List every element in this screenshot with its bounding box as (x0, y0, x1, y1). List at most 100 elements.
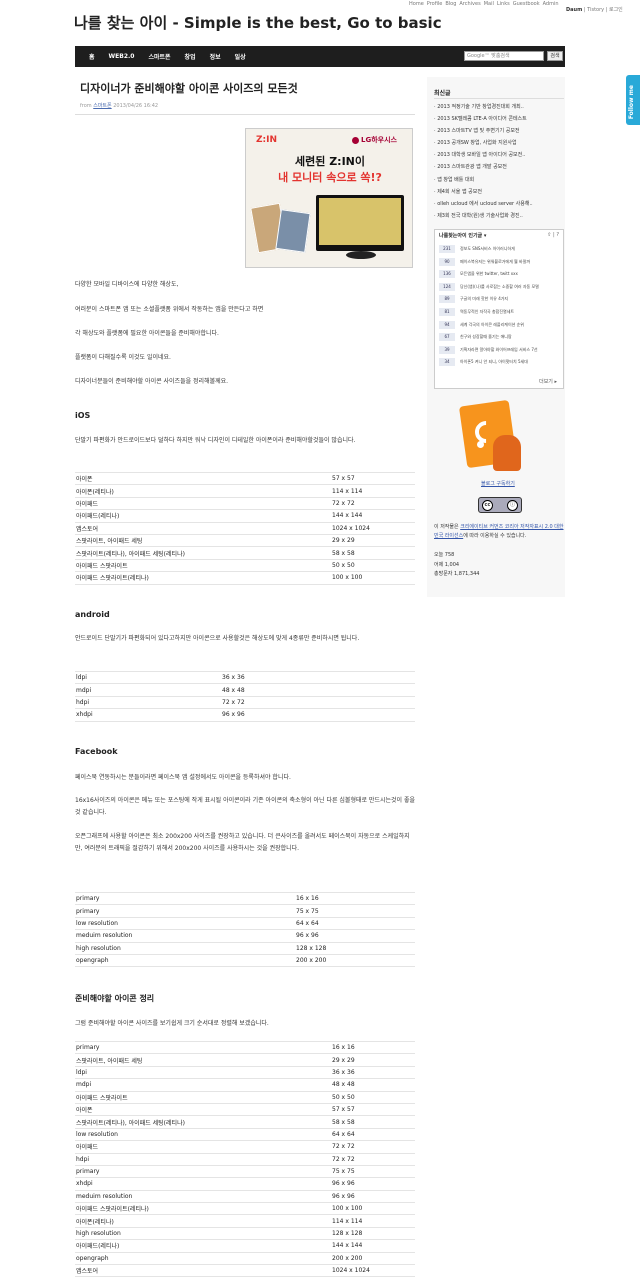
nav-item-smartphone[interactable]: 스마트폰 (148, 52, 170, 61)
post-title[interactable]: 디자이너가 준비해야할 아이콘 사이즈의 모든것 (80, 80, 298, 96)
recent-post-link[interactable]: 앱 창업 배틀 대회 (434, 176, 533, 188)
popular-post-item[interactable]: 67 친구와 성장할때 즐기는 애니팡 (439, 333, 561, 344)
table-cell-size: 114 x 114 (331, 1214, 415, 1228)
follow-me-tab[interactable]: Follow me (626, 75, 640, 125)
recent-post-link[interactable]: 2013 스마트관광 앱 개발 공모전 (434, 163, 533, 175)
top-link-home[interactable]: Home (409, 1, 424, 7)
table-cell-size: 100 x 100 (331, 1202, 415, 1215)
creative-commons-badge-icon[interactable]: cc ⓘ (478, 497, 522, 513)
popular-post-item[interactable]: 231 정보도 SNS서비스 아이러니하게 (439, 245, 561, 256)
table-cell-size: 1024 x 1024 (331, 1264, 415, 1278)
popular-post-item[interactable]: 81 역동무적인 자작곡 총합진열세트 (439, 308, 561, 319)
recent-post-link[interactable]: olleh ucloud 에서 ucloud server 사용해.. (434, 200, 532, 212)
recent-post-link[interactable]: 제4회 서울 앱 공모전 (434, 188, 533, 200)
top-link-archives[interactable]: Archives (459, 1, 480, 7)
nav-item-startup[interactable]: 창업 (185, 52, 196, 61)
table-cell-label: high resolution (75, 1226, 331, 1240)
top-link-guestbook[interactable]: Guestbook (513, 1, 540, 7)
recent-posts-heading: 최신글 (434, 90, 451, 97)
recent-post-link[interactable]: 2013 스마트TV 앱 및 주변기기 공모전 (434, 127, 533, 139)
table-row: 스팟라이트, 아이패드 세팅 29 x 29 (75, 1053, 415, 1067)
table-cell-size: 72 x 72 (331, 1140, 415, 1154)
cc-icon: cc (482, 500, 493, 511)
table-cell-label: hdpi (75, 695, 221, 709)
rss-subscribe-link[interactable]: 블로그 구독하기 (481, 480, 515, 487)
facebook-paragraph-1: 페이스북 연동하시는 분들이라면 페이스북 앱 설정에서도 아이콘을 등록하셔야… (75, 774, 291, 781)
daum-logo[interactable]: Daum (566, 7, 582, 13)
table-row: low resolution 64 x 64 (75, 916, 415, 930)
advertisement-banner[interactable]: Z:IN LG하우시스 세련된 Z:IN이 내 모니터 속으로 쏙!? (245, 128, 413, 268)
table-cell-label: ldpi (75, 670, 221, 684)
popular-post-count: 89 (439, 295, 455, 304)
nav-item-daily[interactable]: 일상 (235, 52, 246, 61)
table-cell-size: 29 x 29 (331, 1053, 415, 1067)
popular-post-count: 81 (439, 308, 455, 316)
nav-item-home[interactable]: 홈 (89, 52, 95, 61)
tistory-link[interactable]: Tistory (587, 7, 604, 13)
table-row: 아이패드 스팟라이트 50 x 50 (75, 1090, 415, 1104)
popular-posts-heading[interactable]: 나를찾는아이 인기글 ▾ (439, 232, 486, 239)
table-cell-label: primary (75, 891, 295, 905)
ad-sample-card-2 (275, 209, 311, 253)
table-cell-size: 72 x 72 (331, 1152, 415, 1166)
rss-subscribe-icon[interactable] (457, 395, 527, 475)
popular-post-item[interactable]: 89 구글의 미래 핫한 이유 4가지 (439, 295, 561, 306)
table-row: mdpi 48 x 48 (75, 683, 415, 697)
popular-post-item[interactable]: 39 기획자라면 알아야할 와이어프레임 서비스 7선 (439, 345, 561, 357)
table-cell-label: meduim resolution (75, 929, 295, 943)
blog-title[interactable]: 나를 찾는 아이 - Simple is the best, Go to bas… (74, 12, 442, 33)
table-row: xhdpi 96 x 96 (75, 708, 415, 722)
table-row: hdpi 72 x 72 (75, 695, 415, 709)
popular-post-item[interactable]: 94 세계 각국의 아이콘 레플리케이션 순위 (439, 320, 561, 332)
lg-logo-icon (352, 136, 359, 144)
popular-posts-controls-icon[interactable]: ⇧ | ? (547, 232, 559, 238)
popular-post-title: 역동무적인 자작곡 총합진열세트 (460, 309, 515, 314)
stats-total: 총방문자 1,871,344 (434, 571, 480, 577)
recent-post-link[interactable]: 2013 공개SW 창업, 사업화 지원사업 (434, 139, 533, 151)
stats-yesterday: 어제 1,004 (434, 561, 460, 568)
table-cell-label: 아이폰(레티나) (75, 1214, 331, 1228)
popular-post-title: 구글의 미래 핫한 이유 4가지 (460, 296, 509, 302)
post-category-link[interactable]: 스마트폰 (93, 103, 111, 109)
search-button[interactable]: 검색 (547, 51, 563, 61)
popular-post-item[interactable]: 124 당신(앱)(나)를 사로잡는 소중할 여러 자동 모델 (439, 282, 561, 294)
table-cell-size: 58 x 58 (331, 1115, 415, 1129)
popular-post-title: 기획자라면 알아야할 와이어프레임 서비스 7선 (460, 346, 538, 352)
table-row: opengraph 200 x 200 (75, 953, 415, 968)
facebook-size-table: primary 16 x 16 primary 75 x 75 low resoluti… (75, 891, 415, 968)
popular-post-title: 페이스북유저는 위워블로거에게 뭘 바랄까 (460, 258, 531, 264)
table-cell-size: 48 x 48 (221, 683, 415, 697)
recent-post-link[interactable]: 2013 대학생 모바일 앱 아이디어 공모전.. (434, 151, 533, 163)
license-notice: 이 저작물은 크리에이티브 커먼즈 코리아 저작자표시 2.0 대한민국 라이선… (434, 524, 564, 539)
table-cell-label: high resolution (75, 941, 295, 955)
table-row: xhdpi 96 x 96 (75, 1177, 415, 1191)
recent-post-link[interactable]: 2013 SK텔레콤 LTE-A 아이디어 콘테스트 (434, 115, 533, 127)
recent-post-link[interactable]: 2013 적정기술 기반 창업경진대회 개최.. (434, 103, 533, 115)
table-cell-label: 앱스토어 (75, 1264, 331, 1278)
top-link-profile[interactable]: Profile (427, 1, 443, 7)
top-links: Home Profile Blog Archives Mail Links Guestboo… (409, 1, 562, 7)
popular-post-item[interactable]: 34 아이폰5 켜니 안 되니, 아이팟터치 5세대 (439, 358, 561, 369)
popular-more-link[interactable]: 더보기 ▸ (539, 378, 557, 385)
top-link-blog[interactable]: Blog (445, 1, 456, 7)
table-row: 아이폰(레티나) 114 x 114 (75, 484, 415, 498)
popular-post-title: 세계 각국의 아이콘 레플리케이션 순위 (460, 321, 524, 327)
top-link-links[interactable]: Links (497, 1, 510, 7)
table-cell-label: xhdpi (75, 708, 221, 722)
table-row: 아이패드 스팟라이트(레티나) 100 x 100 (75, 571, 415, 585)
recent-post-link[interactable]: 제3회 전국 대학(원)생 기술사업화 경진.. (434, 212, 533, 224)
table-row: 아이폰(레티나) 114 x 114 (75, 1214, 415, 1228)
nav-item-web20[interactable]: WEB2.0 (109, 53, 135, 60)
top-link-admin[interactable]: Admin (543, 1, 559, 7)
top-link-mail[interactable]: Mail (484, 1, 494, 7)
table-cell-size: 144 x 144 (331, 509, 415, 523)
nav-item-info[interactable]: 정보 (210, 52, 221, 61)
popular-post-item[interactable]: 136 모든앱을 위한 twitter, twitt xxx (439, 270, 561, 281)
table-cell-label: low resolution (75, 1127, 331, 1141)
table-row: ldpi 36 x 36 (75, 670, 415, 684)
login-link[interactable]: 로그인 (609, 7, 623, 13)
search-input[interactable]: Google™ 맞춤검색 (464, 51, 544, 61)
popular-post-item[interactable]: 90 페이스북유저는 위워블로거에게 뭘 바랄까 (439, 257, 561, 269)
facebook-paragraph-2: 16x16사이즈의 아이콘은 메뉴 또는 포스팅에 작게 표시될 아이콘이라 기… (75, 797, 415, 816)
table-cell-size: 36 x 36 (221, 670, 415, 684)
